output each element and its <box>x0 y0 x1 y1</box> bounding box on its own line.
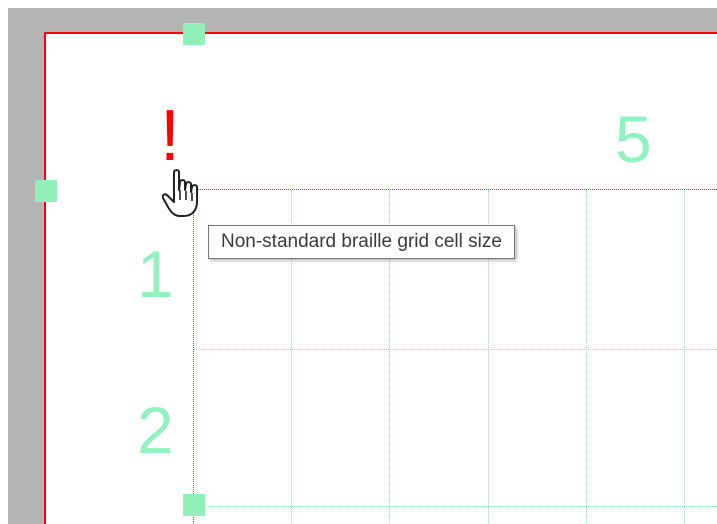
resize-handle-left[interactable] <box>35 180 57 202</box>
grid-line-horizontal <box>194 349 717 350</box>
resize-handle-top[interactable] <box>183 23 205 45</box>
column-label-5: 5 <box>615 102 652 176</box>
grid-line-vertical <box>586 190 587 524</box>
grid-line-vertical <box>684 190 685 524</box>
row-label-1: 1 <box>137 237 174 311</box>
row-label-2: 2 <box>137 393 174 467</box>
resize-handle-grid-corner[interactable] <box>183 494 205 516</box>
hand-pointer-icon <box>161 169 198 217</box>
grid-line-horizontal <box>194 506 717 507</box>
tooltip: Non-standard braille grid cell size <box>208 225 515 259</box>
warning-icon[interactable]: ! <box>160 100 180 172</box>
